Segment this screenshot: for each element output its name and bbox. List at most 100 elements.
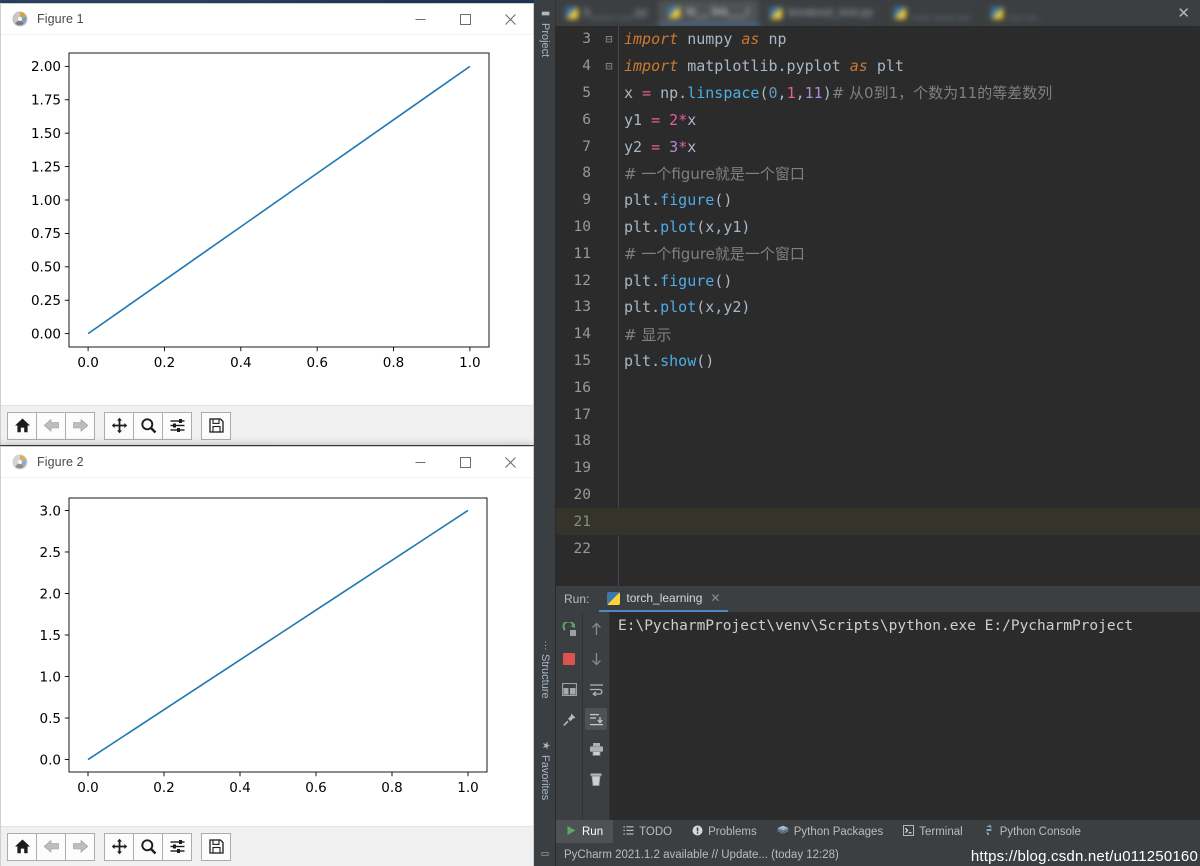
close-button[interactable]	[488, 4, 533, 35]
python-file-icon	[607, 592, 620, 605]
code-line[interactable]: 21	[556, 508, 1200, 535]
configure-subplots-button[interactable]	[162, 412, 192, 440]
save-button[interactable]	[201, 833, 231, 861]
home-button[interactable]	[7, 833, 37, 861]
run-gutter-right	[583, 612, 610, 832]
editor-tab-0[interactable]: b____ __.py	[556, 0, 658, 26]
editor-tab-1[interactable]: te__ lea___i	[658, 0, 760, 26]
line-number: 17	[556, 407, 600, 423]
editor-tab-0-label: b____ __.py	[584, 7, 647, 19]
code-line[interactable]: 13plt.plot(x,y2)	[556, 294, 1200, 321]
soft-wrap-button[interactable]	[585, 678, 607, 700]
figure-1-window[interactable]: Figure 1 0.00.20.40.60.81.00.000.250.500…	[0, 3, 534, 445]
pin-button[interactable]	[558, 708, 580, 730]
status-item-python-packages[interactable]: Python Packages	[767, 820, 894, 843]
matplotlib-icon	[12, 454, 28, 470]
svg-text:0.00: 0.00	[31, 326, 61, 342]
show-output-button[interactable]	[558, 678, 580, 700]
code-line[interactable]: 7y2 = 3*x	[556, 133, 1200, 160]
editor-tab-1-label: te__ lea___i	[686, 6, 749, 18]
close-button[interactable]	[488, 447, 533, 478]
code-text: x = np.linspace(0,1,11)# 从0到1，个数为11的等差数列	[624, 82, 1052, 103]
maximize-button[interactable]	[443, 4, 488, 35]
code-line[interactable]: 19	[556, 455, 1200, 482]
sidebar-item-structure[interactable]: ⋮ Structure	[534, 640, 556, 699]
status-item-todo[interactable]: TODO	[613, 820, 682, 843]
forward-button[interactable]	[65, 833, 95, 861]
forward-button[interactable]	[65, 412, 95, 440]
sidebar-item-favorites[interactable]: ★ Favorites	[534, 740, 556, 800]
fold-collapse-icon[interactable]: ⊟	[600, 32, 618, 46]
code-line[interactable]: 17	[556, 401, 1200, 428]
rerun-button[interactable]	[558, 618, 580, 640]
code-line[interactable]: 18	[556, 428, 1200, 455]
home-button[interactable]	[7, 412, 37, 440]
code-line[interactable]: 10plt.plot(x,y1)	[556, 214, 1200, 241]
status-item-problems[interactable]: Problems	[682, 820, 767, 843]
minimize-button[interactable]	[398, 447, 443, 478]
line-number: 13	[556, 299, 600, 315]
code-line[interactable]: 20	[556, 482, 1200, 509]
code-line[interactable]: 5x = np.linspace(0,1,11)# 从0到1，个数为11的等差数…	[556, 80, 1200, 107]
editor-tab-2[interactable]: breakout_test.py	[760, 0, 884, 26]
pycharm-window: ▮ Project ⋮ Structure ★ Favorites ▭ b___…	[556, 0, 1200, 866]
close-icon[interactable]: ✕	[710, 591, 720, 605]
back-button[interactable]	[36, 833, 66, 861]
code-line[interactable]: 12plt.figure()	[556, 267, 1200, 294]
python-file-icon	[894, 7, 906, 19]
code-line[interactable]: 15plt.show()	[556, 348, 1200, 375]
maximize-button[interactable]	[443, 447, 488, 478]
ide-left-toolbar: ▮ Project ⋮ Structure ★ Favorites ▭	[534, 0, 556, 866]
zoom-button[interactable]	[133, 412, 163, 440]
scroll-up-button[interactable]	[585, 618, 607, 640]
pan-button[interactable]	[104, 412, 134, 440]
figure-2-canvas[interactable]: 0.00.20.40.60.81.00.00.51.01.52.02.53.0	[1, 478, 533, 826]
scroll-down-button[interactable]	[585, 648, 607, 670]
status-bar-message[interactable]: PyCharm 2021.1.2 available // Update... …	[564, 849, 839, 861]
status-item-run[interactable]: Run	[556, 820, 613, 843]
sidebar-item-project[interactable]: ▮ Project	[534, 8, 556, 57]
minimize-button[interactable]	[398, 4, 443, 35]
run-config-tab[interactable]: torch_learning ✕	[599, 586, 728, 612]
code-line[interactable]: 14# 显示	[556, 321, 1200, 348]
line-number: 12	[556, 273, 600, 289]
print-button[interactable]	[585, 738, 607, 760]
code-line[interactable]: 22	[556, 535, 1200, 562]
code-line[interactable]: 8# 一个figure就是一个窗口	[556, 160, 1200, 187]
line-number: 3	[556, 31, 600, 47]
code-text: plt.show()	[624, 352, 714, 370]
status-item-terminal[interactable]: Terminal	[893, 820, 972, 843]
code-line[interactable]: 3⊟ import numpy as np	[556, 26, 1200, 53]
status-item-run-label: Run	[582, 826, 603, 838]
configure-subplots-button[interactable]	[162, 833, 192, 861]
code-line[interactable]: 9plt.figure()	[556, 187, 1200, 214]
figure-1-titlebar[interactable]: Figure 1	[1, 4, 533, 35]
run-console-output[interactable]: E:\PycharmProject\venv\Scripts\python.ex…	[610, 612, 1200, 832]
layout-toggle-icon[interactable]: ▭	[534, 846, 556, 860]
pan-button[interactable]	[104, 833, 134, 861]
figure-1-canvas[interactable]: 0.00.20.40.60.81.00.000.250.500.751.001.…	[1, 35, 533, 405]
status-item-python-console[interactable]: Python Console	[973, 820, 1091, 843]
scroll-to-end-button[interactable]	[585, 708, 607, 730]
figure-2-window[interactable]: Figure 2 0.00.20.40.60.81.00.00.51.01.52…	[0, 446, 534, 866]
code-line[interactable]: 4⊟import matplotlib.pyplot as plt	[556, 53, 1200, 80]
stop-button[interactable]	[558, 648, 580, 670]
code-line[interactable]: 16	[556, 374, 1200, 401]
code-editor[interactable]: 3⊟ import numpy as np 4⊟import matplotlib.…	[556, 26, 1200, 586]
line-number: 20	[556, 487, 600, 503]
code-line[interactable]: 11# 一个figure就是一个窗口	[556, 240, 1200, 267]
figure-2-titlebar[interactable]: Figure 2	[1, 447, 533, 478]
zoom-button[interactable]	[133, 833, 163, 861]
close-icon[interactable]: ✕	[1177, 4, 1190, 22]
code-text: import numpy as np	[624, 30, 787, 48]
terminal-icon	[903, 825, 914, 839]
svg-text:1.5: 1.5	[40, 628, 61, 644]
code-line[interactable]: 6y1 = 2*x	[556, 106, 1200, 133]
editor-tab-3[interactable]: ___ ___ __	[884, 0, 981, 26]
sidebar-item-project-label: Project	[539, 23, 551, 57]
clear-all-button[interactable]	[585, 768, 607, 790]
save-button[interactable]	[201, 412, 231, 440]
line-number: 22	[556, 541, 600, 557]
back-button[interactable]	[36, 412, 66, 440]
fold-collapse-icon[interactable]: ⊟	[600, 59, 618, 73]
